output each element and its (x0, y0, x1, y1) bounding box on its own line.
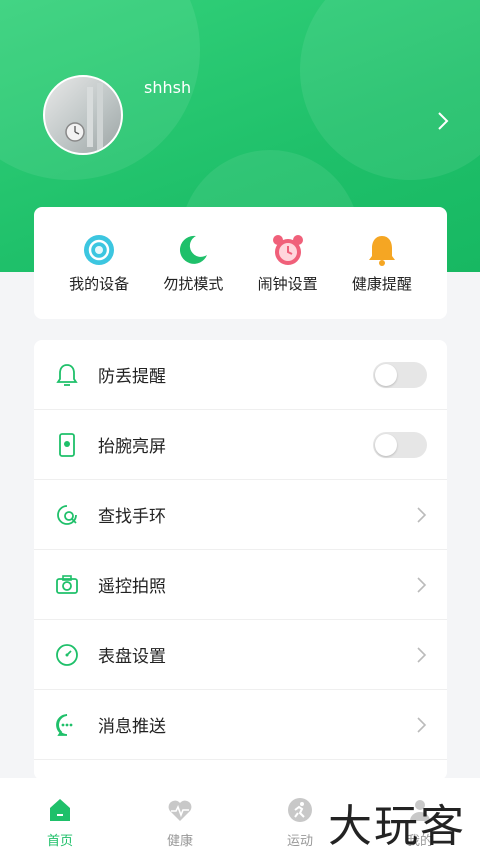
username: shhsh (144, 78, 192, 97)
setting-row-remote-camera[interactable]: 遥控拍照 (34, 550, 447, 620)
chevron-right-icon (417, 506, 427, 523)
wrist-screen-icon (54, 432, 80, 458)
bell-icon (368, 235, 395, 266)
find-band-icon (54, 502, 80, 528)
chevron-right-icon[interactable] (434, 110, 452, 132)
watermark: 大玩客 (328, 801, 466, 852)
setting-label: 遥控拍照 (98, 577, 166, 597)
settings-list: 防丢提醒 抬腕亮屏 查找手环 遥控拍照 表盘设置 消息推送 (34, 340, 447, 780)
setting-row-message-push[interactable]: 消息推送 (34, 690, 447, 760)
quick-action-label: 我的设备 (69, 274, 130, 293)
watch-face-icon (54, 642, 80, 668)
chevron-right-icon (417, 646, 427, 663)
setting-row-watch-face[interactable]: 表盘设置 (34, 620, 447, 690)
quick-action-label: 健康提醒 (351, 274, 412, 293)
toggle-knob (375, 433, 397, 456)
tab-label: 健康 (166, 834, 193, 849)
anti-lost-toggle[interactable] (373, 361, 427, 388)
tab-health[interactable]: 健康 (120, 778, 240, 853)
alarm-clock-icon (272, 234, 303, 265)
quick-action-health-reminder[interactable]: 健康提醒 (337, 233, 427, 294)
avatar[interactable] (43, 75, 123, 155)
heart-pulse-icon (168, 800, 192, 821)
setting-label: 表盘设置 (98, 647, 166, 667)
chevron-right-icon (417, 576, 427, 593)
watch-icon (84, 234, 115, 265)
quick-action-my-device[interactable]: 我的设备 (54, 233, 144, 294)
camera-icon (54, 572, 80, 598)
message-icon (54, 712, 80, 738)
tab-label: 首页 (46, 834, 73, 849)
header-decor (300, 0, 480, 180)
toggle-knob (375, 363, 397, 386)
quick-action-label: 闹钟设置 (257, 274, 318, 293)
quick-action-do-not-disturb[interactable]: 勿扰模式 (148, 233, 238, 294)
chevron-right-icon (417, 716, 427, 733)
quick-action-alarm[interactable]: 闹钟设置 (243, 233, 333, 294)
tab-label: 运动 (286, 834, 313, 849)
setting-label: 抬腕亮屏 (98, 437, 166, 457)
setting-row-anti-lost[interactable]: 防丢提醒 (34, 340, 447, 410)
tab-home[interactable]: 首页 (0, 778, 120, 853)
quick-action-label: 勿扰模式 (163, 274, 224, 293)
quick-actions-card: 我的设备 勿扰模式 闹钟设置 健康提醒 (34, 207, 447, 319)
setting-row-find-band[interactable]: 查找手环 (34, 480, 447, 550)
moon-icon (180, 235, 208, 264)
running-icon (288, 798, 312, 822)
setting-row-raise-to-wake[interactable]: 抬腕亮屏 (34, 410, 447, 480)
setting-label: 查找手环 (98, 507, 166, 527)
home-icon (50, 799, 70, 821)
setting-label: 消息推送 (98, 717, 166, 737)
bell-outline-icon (54, 362, 80, 388)
raise-to-wake-toggle[interactable] (373, 431, 427, 458)
setting-label: 防丢提醒 (98, 367, 166, 387)
